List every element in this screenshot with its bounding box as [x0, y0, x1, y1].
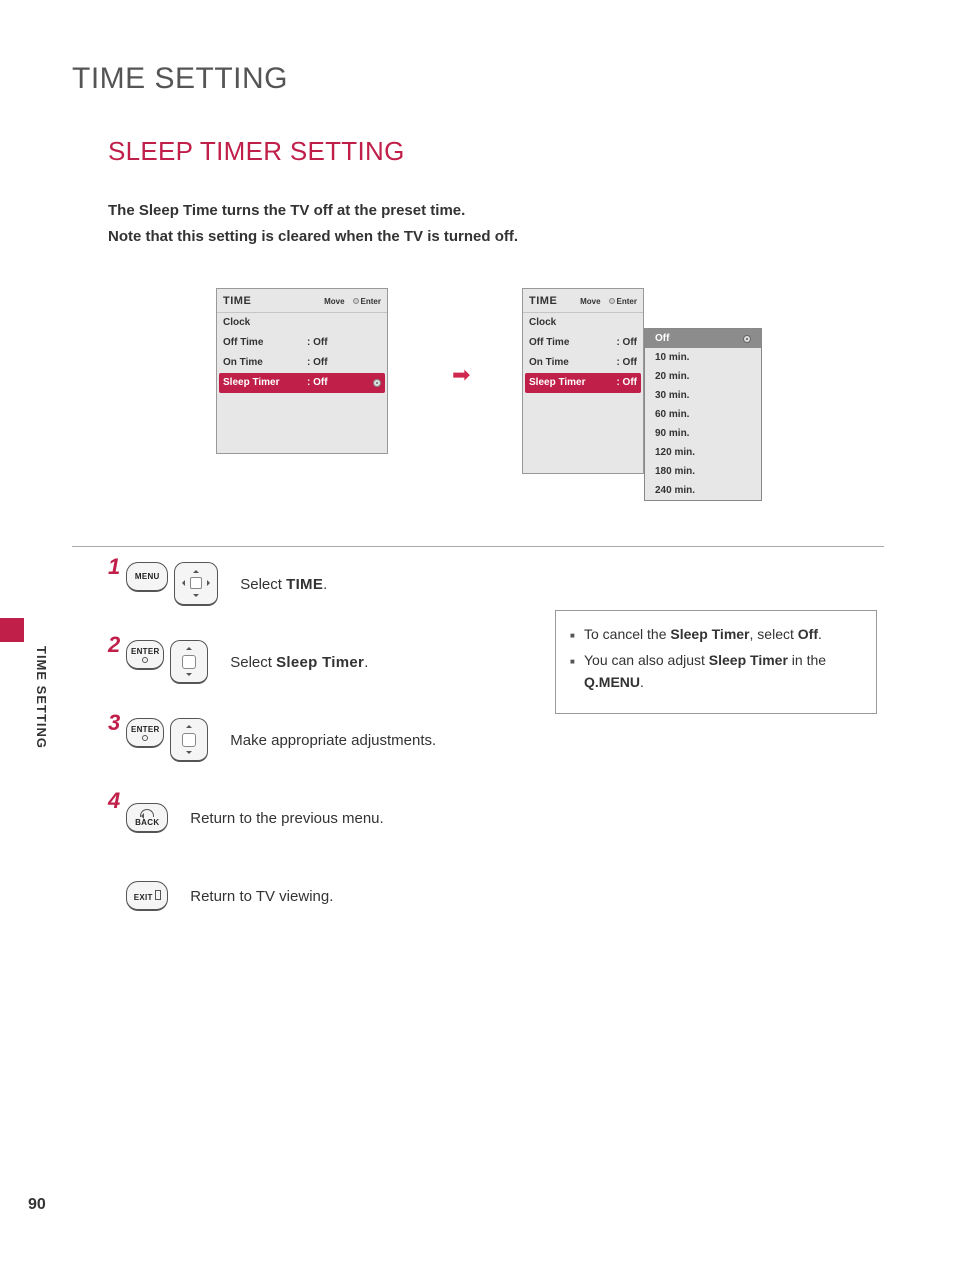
step-number: 1	[108, 554, 120, 580]
osd-row-clock: Clock	[523, 313, 643, 333]
back-button-icon: BACK	[126, 803, 168, 833]
step-4: 4 BACK Return to the previous menu.	[108, 794, 436, 842]
osd-title: TIME	[223, 295, 251, 307]
osd-header: TIME Move Enter	[217, 289, 387, 313]
row-label: Off Time	[223, 337, 281, 348]
nav-icon	[314, 296, 322, 304]
step-text: Make appropriate adjustments.	[230, 732, 436, 749]
step-text: Return to TV viewing.	[190, 888, 333, 905]
dropdown-option: 30 min.	[645, 386, 761, 405]
sleep-timer-dropdown: Off 10 min. 20 min. 30 min. 60 min. 90 m…	[644, 328, 762, 501]
dropdown-option: 20 min.	[645, 367, 761, 386]
osd-row-offtime: Off Time : Off	[523, 333, 643, 353]
row-value: : Off	[616, 377, 637, 388]
osd-row-ontime: On Time : Off	[217, 353, 387, 373]
arrow-right-icon: ➡	[452, 362, 470, 388]
row-label: On Time	[223, 357, 281, 368]
dropdown-option: 60 min.	[645, 405, 761, 424]
row-label: On Time	[529, 357, 587, 368]
enter-button-icon: ENTER	[126, 718, 164, 748]
row-value: : Off	[307, 337, 328, 348]
row-label: Off Time	[529, 337, 587, 348]
step-3: 3 ENTER Make appropriate adjustments.	[108, 716, 436, 764]
row-value: : Off	[307, 357, 328, 368]
enter-hint: Enter	[609, 297, 637, 306]
step-number: 2	[108, 632, 120, 658]
page-title: TIME SETTING	[72, 62, 288, 96]
enter-dot-icon	[353, 298, 359, 304]
note-item: To cancel the Sleep Timer, select Off.	[570, 623, 862, 645]
side-tab-marker	[0, 618, 24, 642]
row-value: : Off	[616, 337, 637, 348]
intro-line-2: Note that this setting is cleared when t…	[108, 224, 518, 250]
osd-menu-before: TIME Move Enter Clock Off Time : Off On …	[216, 288, 388, 454]
intro-line-1: The Sleep Time turns the TV off at the p…	[108, 198, 518, 224]
notes-box: To cancel the Sleep Timer, select Off. Y…	[555, 610, 877, 714]
dropdown-option-selected: Off	[645, 329, 761, 348]
side-section-label: TIME SETTING	[34, 646, 49, 749]
enter-hint: Enter	[353, 297, 381, 306]
row-value: : Off	[307, 377, 328, 388]
row-label: Clock	[529, 317, 587, 328]
exit-button-icon: EXIT	[126, 881, 168, 911]
enter-button-icon: ENTER	[126, 640, 164, 670]
dpad-4way-icon	[174, 562, 218, 606]
step-text: Return to the previous menu.	[190, 810, 383, 827]
osd-row-offtime: Off Time : Off	[217, 333, 387, 353]
row-label: Sleep Timer	[223, 377, 281, 388]
enter-dot-icon	[743, 335, 751, 343]
row-value: : Off	[616, 357, 637, 368]
menu-button-icon: MENU	[126, 562, 168, 592]
step-exit: 0 EXIT Return to TV viewing.	[108, 872, 436, 920]
dpad-updown-icon	[170, 640, 208, 684]
step-1: 1 MENU Select TIME.	[108, 560, 436, 608]
move-hint: Move	[570, 296, 600, 306]
step-number: 3	[108, 710, 120, 736]
step-2: 2 ENTER Select Sleep Timer.	[108, 638, 436, 686]
dropdown-option: 180 min.	[645, 462, 761, 481]
intro-text: The Sleep Time turns the TV off at the p…	[108, 198, 518, 250]
dpad-updown-icon	[170, 718, 208, 762]
osd-menu-after: TIME Move Enter Clock Off Time : Off On …	[522, 288, 644, 474]
dropdown-option: 90 min.	[645, 424, 761, 443]
osd-title: TIME	[529, 295, 557, 307]
enter-dot-icon	[373, 379, 381, 387]
move-hint: Move	[314, 296, 344, 306]
horizontal-divider	[72, 546, 884, 547]
osd-row-clock: Clock	[217, 313, 387, 333]
step-number: 4	[108, 788, 120, 814]
step-text: Select Sleep Timer.	[230, 654, 368, 671]
step-text: Select TIME.	[240, 576, 327, 593]
nav-icon	[570, 296, 578, 304]
page-number: 90	[28, 1196, 46, 1214]
section-title: SLEEP TIMER SETTING	[108, 136, 405, 167]
osd-row-sleeptimer-selected: Sleep Timer : Off	[219, 373, 385, 393]
osd-header: TIME Move Enter	[523, 289, 643, 313]
steps-list: 1 MENU Select TIME. 2 ENTER Select Sleep…	[108, 560, 436, 950]
dropdown-option: 120 min.	[645, 443, 761, 462]
row-label: Sleep Timer	[529, 377, 587, 388]
note-item: You can also adjust Sleep Timer in the Q…	[570, 649, 862, 693]
enter-dot-icon	[609, 298, 615, 304]
osd-row-ontime: On Time : Off	[523, 353, 643, 373]
dropdown-option: 240 min.	[645, 481, 761, 500]
row-label: Clock	[223, 317, 281, 328]
osd-row-sleeptimer-selected: Sleep Timer : Off	[525, 373, 641, 393]
dropdown-option: 10 min.	[645, 348, 761, 367]
